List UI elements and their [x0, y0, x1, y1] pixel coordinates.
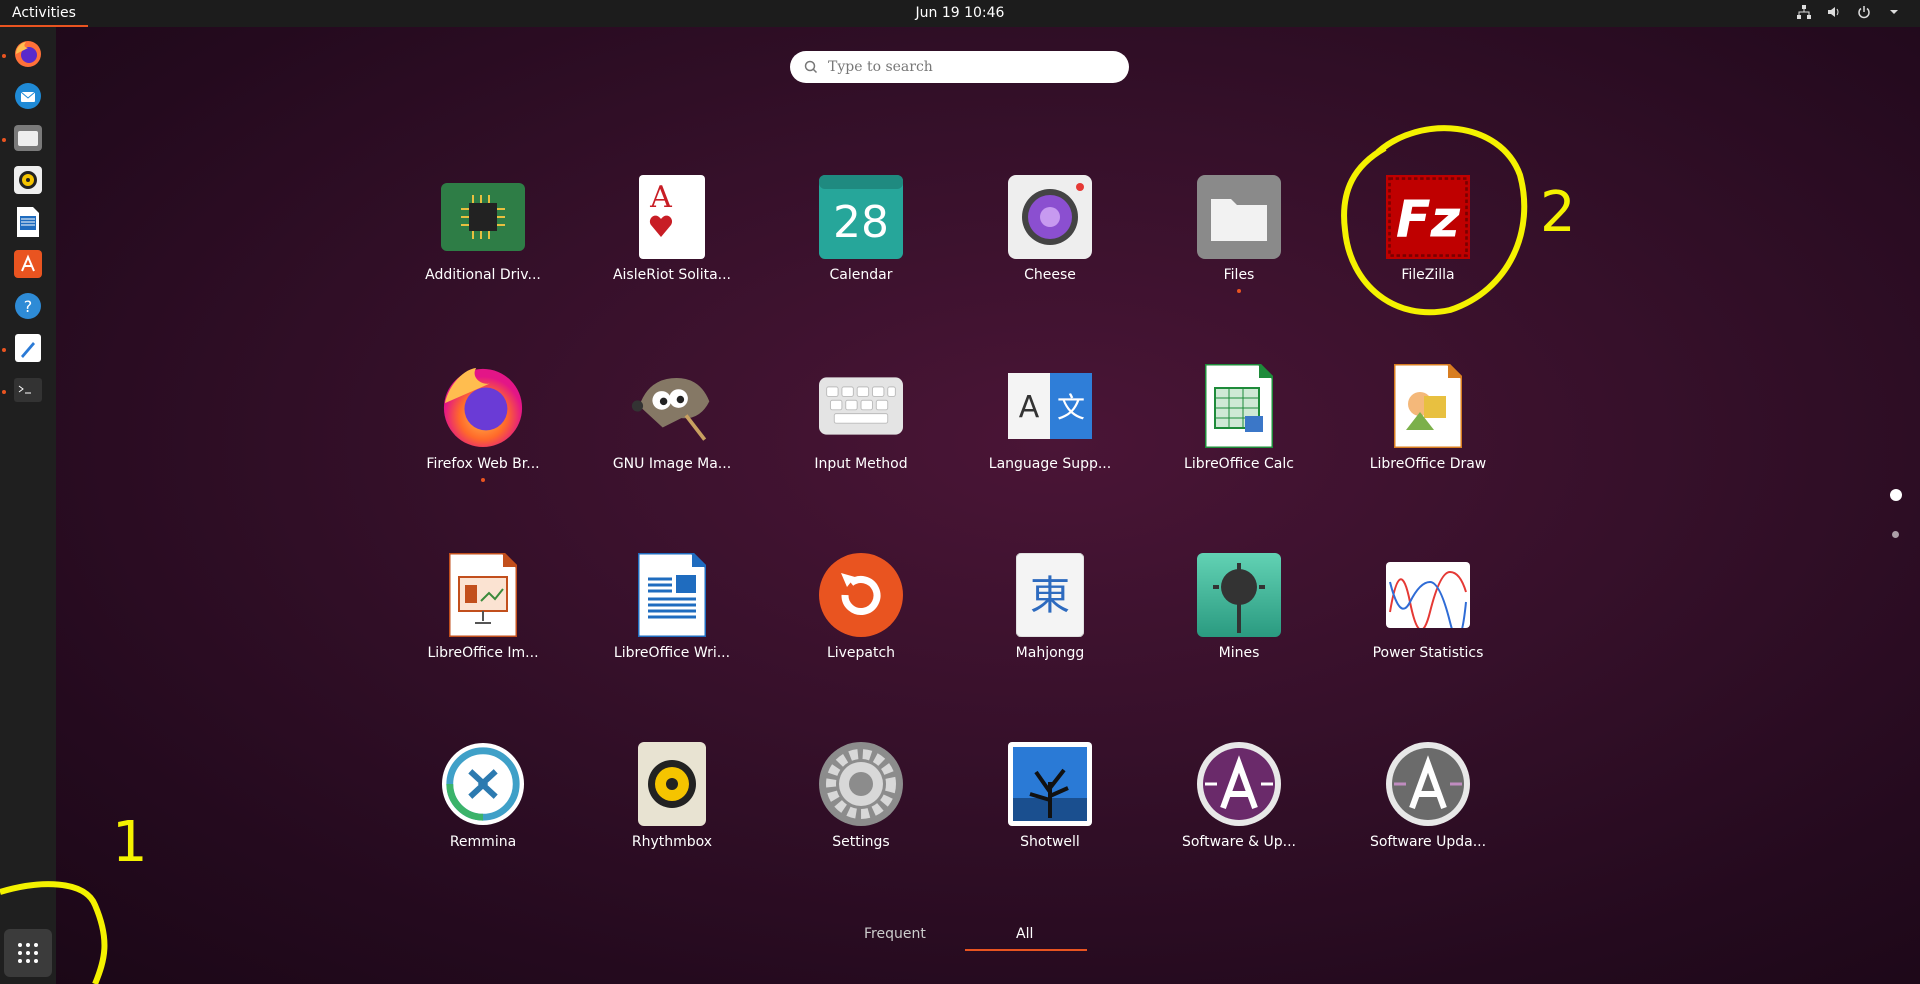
annotation-circle-show-apps [0, 881, 108, 984]
annotation-circles [0, 125, 1528, 984]
annotation-circle-filezilla [1341, 125, 1528, 316]
